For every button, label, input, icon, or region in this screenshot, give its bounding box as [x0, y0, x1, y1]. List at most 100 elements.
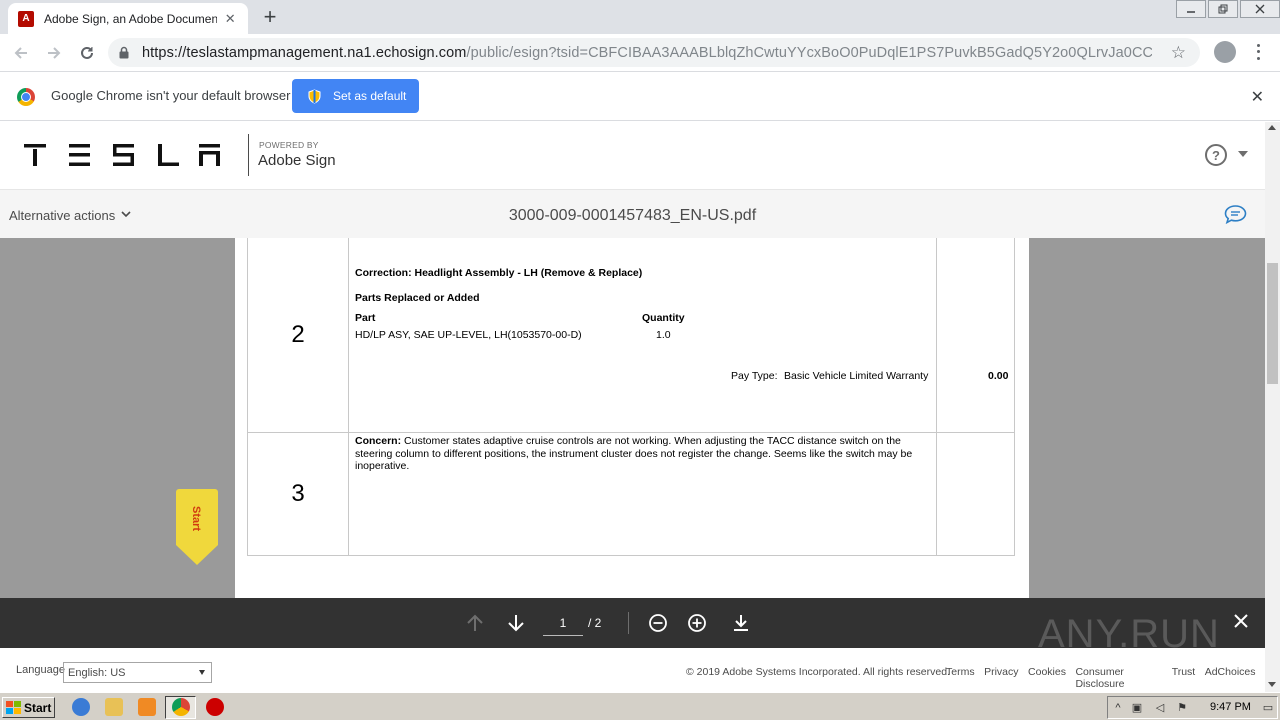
language-value: English: US	[68, 666, 126, 679]
back-arrow-icon[interactable]	[9, 41, 33, 65]
pager-divider	[628, 612, 629, 634]
chrome-logo-icon	[17, 88, 35, 106]
document-title: 3000-009-0001457483_EN-US.pdf	[508, 207, 757, 224]
adobe-favicon-icon: A	[18, 10, 34, 27]
document-action-bar: Alternative actions 3000-009-0001457483_…	[0, 189, 1265, 238]
powered-by-label: POWERED BY	[259, 140, 319, 150]
flag-icon[interactable]: ⚑	[1175, 701, 1189, 714]
previous-page-arrow-icon[interactable]	[464, 612, 486, 634]
scroll-down-arrow-icon[interactable]	[1268, 682, 1276, 687]
part-column-header: Part	[355, 312, 376, 324]
help-icon[interactable]: ?	[1205, 144, 1227, 166]
set-as-default-button[interactable]: Set as default	[292, 79, 419, 113]
new-tab-button[interactable]: +	[258, 4, 282, 29]
column-divider	[936, 238, 937, 432]
parts-heading: Parts Replaced or Added	[355, 292, 480, 304]
concern-label: Concern:	[355, 435, 402, 447]
scroll-up-arrow-icon[interactable]	[1268, 125, 1276, 130]
scroll-thumb[interactable]	[1267, 263, 1278, 384]
footer-links: Terms Privacy Cookies Consumer Disclosur…	[946, 666, 1265, 690]
sign-header: POWERED BY Adobe Sign ?	[0, 122, 1280, 189]
windows-logo-icon	[6, 701, 21, 714]
url-host: https://teslastampmanagement.na1.echosig…	[142, 44, 467, 61]
reload-icon[interactable]	[75, 41, 99, 65]
folder-icon[interactable]	[105, 698, 123, 716]
restore-button[interactable]	[1208, 0, 1238, 18]
tab-close-icon[interactable]: ✕	[223, 11, 239, 27]
pay-type-label: Pay Type:	[731, 370, 778, 382]
browser-toolbar: https://teslastampmanagement.na1.echosig…	[0, 34, 1280, 71]
bookmark-star-icon[interactable]: ☆	[1171, 43, 1186, 63]
column-divider	[1014, 433, 1015, 555]
windows-taskbar: Start ^ ▣ ◁ ⚑ 9:47 PM ▭	[0, 692, 1280, 720]
page-footer: Language English: US © 2019 Adobe System…	[0, 648, 1265, 692]
page-number-input[interactable]: 1	[543, 610, 583, 636]
footer-link-privacy[interactable]: Privacy	[984, 666, 1018, 690]
document-viewport[interactable]: 2 Correction: Headlight Assembly - LH (R…	[0, 238, 1265, 598]
volume-icon[interactable]: ◁	[1153, 701, 1167, 714]
tray-expand-icon[interactable]: ^	[1111, 701, 1125, 714]
footer-link-cookies[interactable]: Cookies	[1028, 666, 1066, 690]
url-text[interactable]: https://teslastampmanagement.na1.echosig…	[142, 45, 1152, 61]
start-label: Start	[24, 700, 52, 715]
network-icon[interactable]: ▣	[1130, 701, 1144, 714]
internet-explorer-icon[interactable]	[72, 698, 90, 716]
comment-icon[interactable]	[1224, 205, 1247, 224]
window-controls	[1174, 0, 1280, 18]
system-tray: ^ ▣ ◁ ⚑ 9:47 PM ▭	[1107, 696, 1278, 719]
footer-link-adchoices[interactable]: AdChoices	[1205, 666, 1256, 690]
default-browser-infobar: Google Chrome isn't your default browser…	[0, 71, 1280, 121]
pdf-page: 2 Correction: Headlight Assembly - LH (R…	[235, 238, 1029, 598]
line-amount: 0.00	[988, 370, 1009, 382]
table-row: 3 Concern: Customer states adaptive crui…	[248, 433, 1015, 556]
url-path: /public/esign?tsid=CBFCIBAA3AAABLblqZhCw…	[466, 44, 1152, 61]
footer-link-trust[interactable]: Trust	[1172, 666, 1196, 690]
lock-icon[interactable]	[118, 46, 130, 60]
line-number: 2	[248, 238, 349, 432]
language-select[interactable]: English: US	[63, 662, 212, 683]
select-caret-icon	[199, 670, 205, 675]
page-total: / 2	[588, 616, 602, 630]
infobar-message: Google Chrome isn't your default browser	[51, 88, 291, 103]
chrome-icon	[172, 698, 190, 716]
forward-arrow-icon[interactable]	[42, 41, 66, 65]
adobe-sign-label: Adobe Sign	[258, 152, 336, 169]
antivirus-icon[interactable]	[206, 698, 224, 716]
media-player-icon[interactable]	[138, 698, 156, 716]
show-desktop-icon[interactable]: ▭	[1261, 701, 1275, 714]
start-button[interactable]: Start	[2, 697, 55, 718]
table-row: 2 Correction: Headlight Assembly - LH (R…	[248, 238, 1015, 433]
copyright-text: © 2019 Adobe Systems Incorporated. All r…	[686, 666, 950, 678]
next-page-arrow-icon[interactable]	[505, 612, 527, 634]
tesla-logo	[24, 144, 220, 166]
concern-text: Concern: Customer states adaptive cruise…	[355, 435, 930, 473]
language-label: Language	[16, 664, 65, 676]
zoom-in-icon[interactable]	[686, 612, 708, 634]
zoom-out-icon[interactable]	[647, 612, 669, 634]
column-divider	[1014, 238, 1015, 432]
tab-strip: A Adobe Sign, an Adobe Document Cloud ✕ …	[0, 0, 1280, 34]
shield-icon	[308, 88, 322, 104]
download-icon[interactable]	[730, 612, 752, 634]
footer-link-consumer-disclosure[interactable]: Consumer Disclosure	[1075, 666, 1162, 690]
tab-title: Adobe Sign, an Adobe Document Cloud	[44, 11, 217, 26]
line-number: 3	[248, 433, 349, 555]
footer-link-terms[interactable]: Terms	[946, 666, 975, 690]
help-dropdown-caret-icon[interactable]	[1238, 151, 1248, 157]
profile-avatar-icon[interactable]	[1214, 41, 1236, 63]
browser-tab[interactable]: A Adobe Sign, an Adobe Document Cloud ✕	[8, 3, 248, 34]
correction-text: Correction: Headlight Assembly - LH (Rem…	[355, 267, 643, 279]
window-close-button[interactable]	[1240, 0, 1280, 18]
concern-body: Customer states adaptive cruise controls…	[355, 435, 913, 472]
column-divider	[936, 433, 937, 555]
minimize-button[interactable]	[1176, 0, 1206, 18]
part-quantity: 1.0	[656, 329, 671, 341]
infobar-close-icon[interactable]: ✕	[1251, 87, 1264, 107]
pay-type-value: Basic Vehicle Limited Warranty	[784, 370, 929, 382]
clock: 9:47 PM	[1210, 701, 1251, 713]
chrome-menu-icon[interactable]	[1254, 42, 1262, 62]
start-flag-label[interactable]: Start	[184, 499, 208, 539]
page-scrollbar[interactable]	[1265, 122, 1280, 692]
header-divider	[248, 134, 249, 176]
address-bar[interactable]: https://teslastampmanagement.na1.echosig…	[108, 38, 1200, 67]
